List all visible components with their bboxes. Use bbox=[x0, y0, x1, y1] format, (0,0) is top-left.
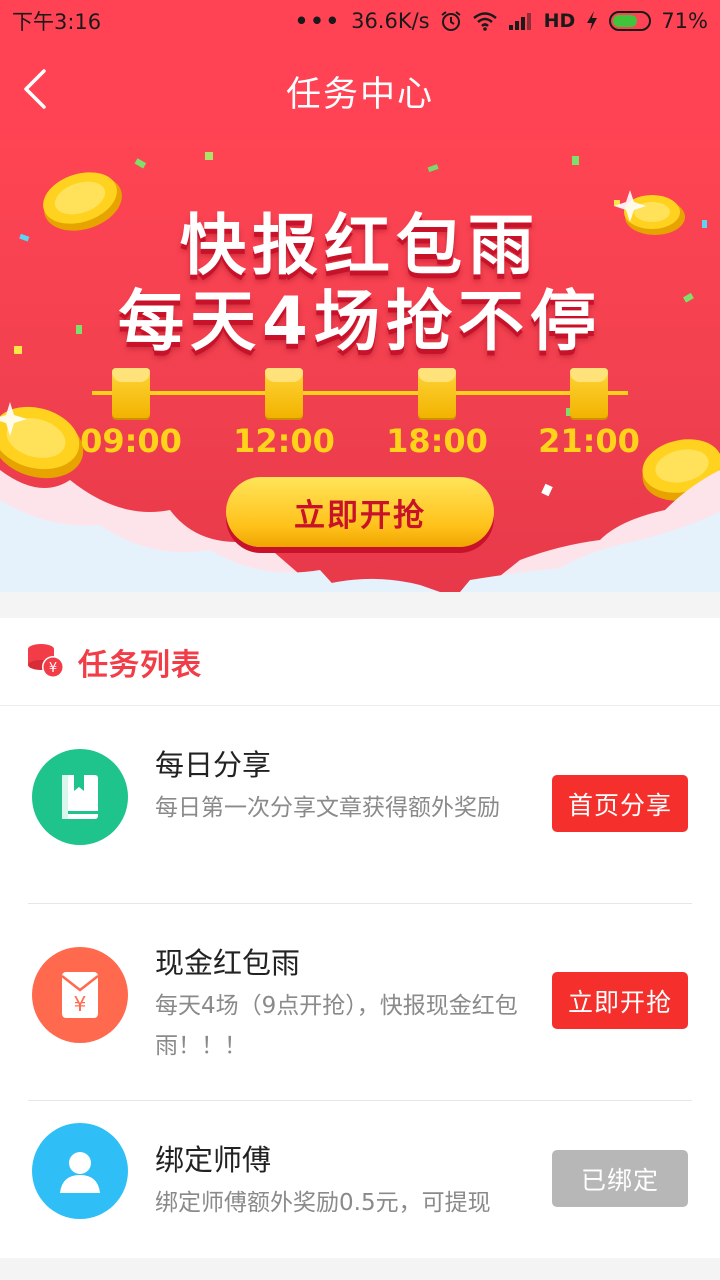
nav-bar: 任务中心 bbox=[0, 42, 720, 140]
wifi-icon bbox=[472, 11, 498, 31]
grab-now-banner-button[interactable]: 立即开抢 bbox=[226, 477, 494, 547]
task-item-cash-rain: ¥ 现金红包雨 每天4场（9点开抢），快报现金红包雨！！！ 立即开抢 bbox=[0, 904, 720, 1100]
book-icon bbox=[32, 749, 128, 845]
time-label: 12:00 bbox=[233, 422, 335, 460]
status-dots: ••• bbox=[294, 9, 342, 33]
charging-icon bbox=[585, 10, 599, 32]
task-description: 绑定师傅额外奖励0.5元，可提现 bbox=[155, 1190, 491, 1216]
time-label: 18:00 bbox=[386, 422, 488, 460]
svg-text:¥: ¥ bbox=[49, 661, 57, 676]
task-description: 每日第一次分享文章获得额外奖励 bbox=[155, 795, 500, 821]
user-icon bbox=[32, 1123, 128, 1219]
network-speed: 36.6K/s bbox=[351, 9, 430, 33]
bound-status-button[interactable]: 已绑定 bbox=[552, 1150, 688, 1207]
task-title: 每日分享 bbox=[155, 748, 272, 782]
envelope-icon bbox=[570, 368, 608, 418]
coin-stack-icon: ¥ bbox=[26, 641, 66, 683]
battery-icon bbox=[609, 11, 652, 31]
task-list-title: 任务列表 bbox=[78, 647, 202, 683]
envelope-icon bbox=[418, 368, 456, 418]
task-item-daily-share: 每日分享 每日第一次分享文章获得额外奖励 首页分享 bbox=[0, 706, 720, 903]
chevron-left-icon bbox=[24, 69, 46, 109]
task-list-card: ¥ 任务列表 每日分享 每日第一次分享文章获得额外奖励 首页分享 ¥ 现金红包雨… bbox=[0, 618, 720, 1258]
time-label: 21:00 bbox=[538, 422, 640, 460]
red-envelope-icon: ¥ bbox=[32, 947, 128, 1043]
red-packet-rain-banner[interactable]: 快报红包雨 每天4场抢不停 09:00 12:00 18:00 21:00 立即… bbox=[0, 140, 720, 592]
timeline-line bbox=[92, 391, 628, 395]
task-list-header: ¥ 任务列表 bbox=[0, 618, 720, 706]
envelope-icon bbox=[112, 368, 150, 418]
alarm-icon bbox=[440, 10, 462, 32]
task-item-bind-mentor: 绑定师傅 绑定师傅额外奖励0.5元，可提现 已绑定 bbox=[0, 1101, 720, 1258]
battery-percent: 71% bbox=[661, 9, 708, 33]
grab-now-button[interactable]: 立即开抢 bbox=[552, 972, 688, 1029]
time-label: 09:00 bbox=[80, 422, 182, 460]
back-button[interactable] bbox=[10, 64, 60, 114]
svg-text:¥: ¥ bbox=[74, 992, 87, 1016]
hd-indicator: HD bbox=[543, 10, 576, 32]
banner-headline-2: 每天4场抢不停 bbox=[118, 283, 602, 360]
task-description: 每天4场（9点开抢），快报现金红包雨！！！ bbox=[155, 993, 518, 1059]
homepage-share-button[interactable]: 首页分享 bbox=[552, 775, 688, 832]
page-title: 任务中心 bbox=[285, 74, 434, 115]
task-title: 绑定师傅 bbox=[155, 1143, 272, 1177]
status-bar: 下午3:16 ••• 36.6K/s HD 71% bbox=[0, 0, 720, 42]
envelope-icon bbox=[265, 368, 303, 418]
signal-icon bbox=[508, 11, 534, 31]
task-title: 现金红包雨 bbox=[155, 946, 301, 980]
status-time: 下午3:16 bbox=[12, 10, 102, 34]
